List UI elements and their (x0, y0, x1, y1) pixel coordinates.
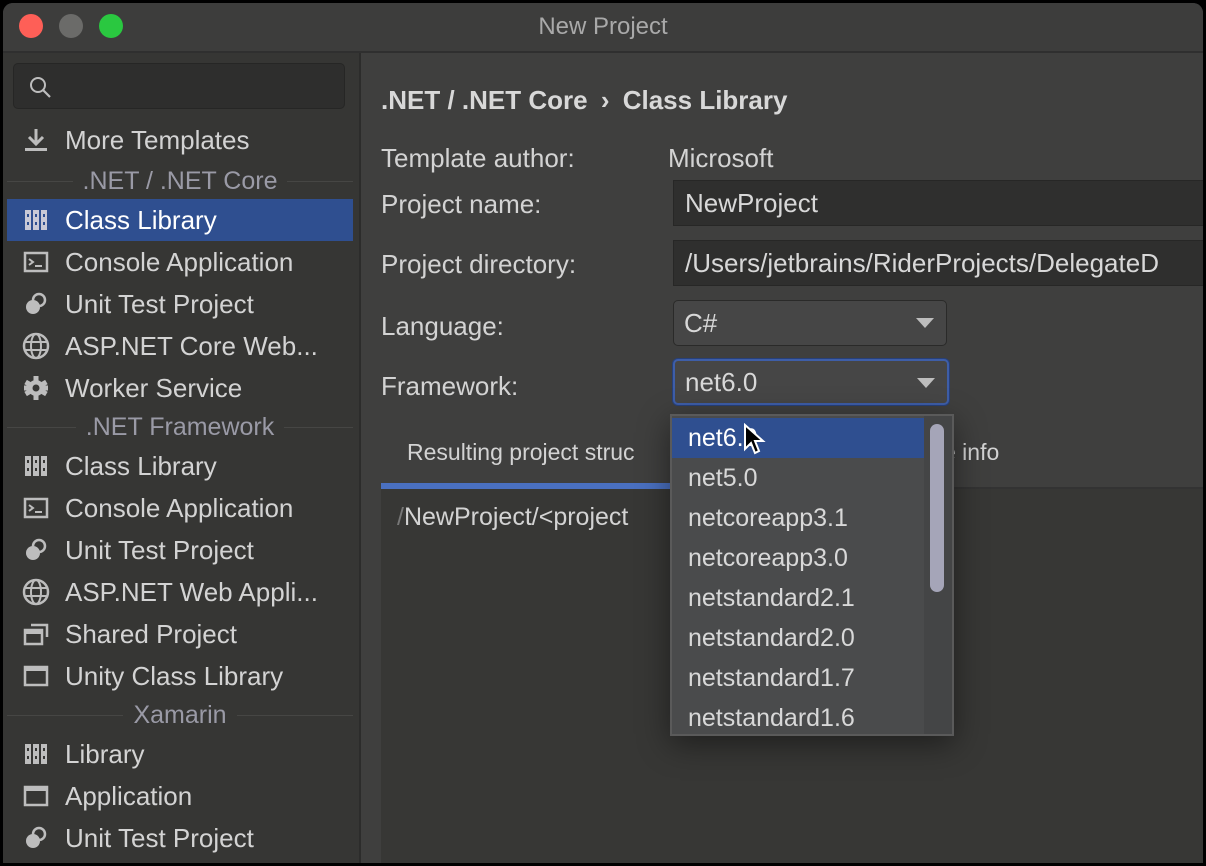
framework-label: Framework: (381, 371, 519, 401)
project-directory-input[interactable]: /Users/jetbrains/RiderProjects/DelegateD (673, 240, 1203, 286)
template-author-value: Microsoft (668, 143, 774, 173)
sidebar-item-label: ASP.NET Core Web... (65, 330, 318, 361)
breadcrumb-parent: .NET / .NET Core (381, 85, 588, 115)
sidebar-item-label: Class Library (65, 204, 217, 235)
framework-option[interactable]: net6.0 (672, 418, 926, 458)
download-icon (21, 125, 51, 155)
sidebar-item-label: Unit Test Project (65, 534, 254, 565)
framework-options-list: net6.0 net5.0 netcoreapp3.1 netcoreapp3.… (670, 414, 954, 736)
language-dropdown[interactable]: C# (673, 300, 947, 346)
search-icon (30, 77, 51, 98)
project-name-input[interactable]: NewProject (673, 180, 1203, 226)
shared-project-icon (21, 619, 51, 649)
framework-option[interactable]: net5.0 (672, 458, 926, 498)
sidebar-item-label: Class Library (65, 450, 217, 481)
sidebar-item-shared-project[interactable]: Shared Project (7, 613, 353, 655)
tab-resulting-project-structure[interactable]: Resulting project struc (407, 439, 635, 466)
sidebar-item-label: Shared Project (65, 618, 237, 649)
unit-test-icon (21, 535, 51, 565)
unit-test-icon (21, 823, 51, 853)
sidebar-item-label: Library (65, 738, 145, 769)
console-icon (21, 247, 51, 277)
sidebar-item-label: Application (65, 780, 193, 811)
active-tab-indicator (381, 483, 671, 489)
sidebar-item-label: Unit Test Project (65, 822, 254, 853)
framework-value: net6.0 (685, 366, 758, 397)
template-author-label: Template author: (381, 143, 575, 173)
framework-option[interactable]: netcoreapp3.1 (672, 498, 926, 538)
new-project-window: New Project More Templates .NET / .NET C… (3, 3, 1203, 863)
library-icon (21, 451, 51, 481)
window-icon (21, 661, 51, 691)
framework-option[interactable]: netstandard2.1 (672, 578, 926, 618)
breadcrumb-current: Class Library (622, 85, 788, 115)
window-icon (21, 781, 51, 811)
sidebar-item-label: Worker Service (65, 372, 243, 403)
globe-icon (21, 577, 51, 607)
framework-dropdown[interactable]: net6.0 (673, 359, 949, 405)
sidebar-item-console-application[interactable]: Console Application (7, 487, 353, 529)
group-header-xamarin: Xamarin (7, 697, 353, 733)
library-icon (21, 205, 51, 235)
language-label: Language: (381, 311, 504, 341)
breadcrumb-separator: › (600, 85, 610, 115)
chevron-down-icon (916, 318, 934, 328)
sidebar-item-unit-test-project[interactable]: Unit Test Project (7, 283, 353, 325)
options-scrollbar[interactable] (924, 416, 952, 734)
unit-test-icon (21, 289, 51, 319)
group-header-dotnet-framework: .NET Framework (7, 409, 353, 445)
language-value: C# (684, 307, 718, 338)
sidebar-item-label: ASP.NET Web Appli... (65, 576, 318, 607)
window-title: New Project (538, 13, 668, 40)
sidebar-item-unity-class-library[interactable]: Unity Class Library (7, 655, 353, 697)
framework-option[interactable]: netcoreapp3.0 (672, 538, 926, 578)
options-scrollbar-thumb[interactable] (930, 424, 944, 592)
sidebar-item-label: More Templates (65, 124, 250, 155)
sidebar-item-label: Console Application (65, 246, 294, 277)
sidebar-item-label: Unity Class Library (65, 660, 284, 691)
mouse-pointer-icon (744, 423, 766, 455)
sidebar-item-label: Unit Test Project (65, 288, 254, 319)
template-search-input[interactable] (13, 63, 345, 109)
title-bar: New Project (3, 3, 1203, 53)
globe-icon (21, 331, 51, 361)
chevron-down-icon (917, 378, 935, 388)
project-structure-path: /NewProject/<project (397, 503, 629, 531)
breadcrumb: .NET / .NET Core › Class Library (381, 85, 787, 116)
gear-icon (21, 373, 51, 403)
library-icon (21, 739, 51, 769)
project-name-label: Project name: (381, 189, 542, 219)
sidebar-item-worker-service[interactable]: Worker Service (7, 367, 353, 409)
sidebar-item-aspnet-core-web[interactable]: ASP.NET Core Web... (7, 325, 353, 367)
sidebar-item-console-application[interactable]: Console Application (7, 241, 353, 283)
sidebar-item-class-library[interactable]: Class Library (7, 199, 353, 241)
sidebar-item-unit-test-project[interactable]: Unit Test Project (7, 529, 353, 571)
sidebar-item-unit-test-project[interactable]: Unit Test Project (7, 817, 353, 859)
console-icon (21, 493, 51, 523)
sidebar-item-application[interactable]: Application (7, 775, 353, 817)
template-sidebar: More Templates .NET / .NET Core Class Li… (3, 53, 361, 863)
group-header-dotnet-core: .NET / .NET Core (7, 163, 353, 199)
sidebar-item-aspnet-web-application[interactable]: ASP.NET Web Appli... (7, 571, 353, 613)
sidebar-item-more-templates[interactable]: More Templates (7, 119, 353, 161)
framework-option[interactable]: netstandard2.0 (672, 618, 926, 658)
sidebar-item-library[interactable]: Library (7, 733, 353, 775)
sidebar-item-label: Console Application (65, 492, 294, 523)
framework-option[interactable]: netstandard1.7 (672, 658, 926, 698)
project-directory-label: Project directory: (381, 249, 577, 279)
framework-option[interactable]: netstandard1.6 (672, 698, 926, 734)
sidebar-item-class-library[interactable]: Class Library (7, 445, 353, 487)
